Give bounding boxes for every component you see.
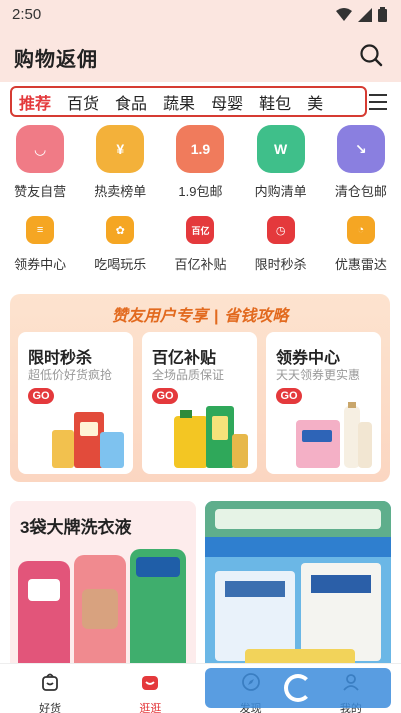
subsidy-icon: 百亿 — [186, 216, 215, 244]
grid-item-flash-sale[interactable]: ◷ 限时秒杀 — [241, 216, 321, 273]
clearance-icon: ↘ — [336, 125, 385, 173]
promo-title-left: 赞友用户专享 — [111, 308, 208, 325]
nav-good-stuff[interactable]: 好货 — [0, 664, 100, 713]
signal-icon — [358, 7, 372, 22]
grid-item-hot-list[interactable]: ¥ 热卖榜单 — [80, 125, 160, 200]
watermark-c-icon — [284, 674, 312, 702]
tab-shoes-bags[interactable]: 鞋包 — [252, 90, 300, 114]
promo-card-subsidy[interactable]: 百亿补贴 全场品质保证 GO — [142, 332, 257, 474]
tab-general-goods[interactable]: 百货 — [60, 90, 108, 114]
timer-icon: ◷ — [266, 216, 295, 244]
watermark-logo — [205, 668, 391, 708]
battery-icon — [378, 7, 387, 22]
grid-item-free-shipping[interactable]: 1.9 1.9包邮 — [160, 125, 240, 200]
grid-item-coupons[interactable]: ≡ 领券中心 — [0, 216, 80, 273]
grid-item-label: 领券中心 — [14, 257, 67, 272]
laundry-product-image — [18, 549, 186, 673]
feature-grid-secondary: ≡ 领券中心 ✿ 吃喝玩乐 百亿 百亿补贴 ◷ 限时秒杀 ◔ 优惠雷达 — [0, 216, 401, 273]
wifi-icon — [336, 7, 352, 21]
promo-title-separator: | — [213, 308, 219, 325]
nav-label: 逛逛 — [139, 703, 162, 713]
tissue-product-image — [296, 402, 372, 468]
feature-grid-primary: ◡ 赞友自营 ¥ 热卖榜单 1.9 1.9包邮 W 内购清单 ↘ 清仓包邮 — [0, 125, 401, 200]
category-tabs-row: 推荐 百货 食品 蔬果 母婴 鞋包 美 — [0, 82, 401, 120]
promo-section: 赞友用户专享 | 省钱攻略 限时秒杀 超低价好货疯抢 GO 百亿补贴 全场品质保证 … — [10, 294, 390, 482]
grid-item-label: 限时秒杀 — [254, 257, 307, 272]
app-header: 购物返佣 — [0, 30, 401, 82]
coin-icon: ¥ — [96, 125, 145, 173]
tab-beauty[interactable]: 美 — [300, 90, 332, 114]
grid-item-label: 吃喝玩乐 — [94, 257, 147, 272]
promo-title: 赞友用户专享 | 省钱攻略 — [10, 302, 390, 326]
app-title: 购物返佣 — [14, 49, 98, 71]
grid-item-subsidy[interactable]: 百亿 百亿补贴 — [160, 216, 240, 273]
grid-item-entertainment[interactable]: ✿ 吃喝玩乐 — [80, 216, 160, 273]
promo-card-subtitle: 全场品质保证 — [152, 368, 225, 382]
promo-card-title: 领券中心 — [276, 350, 341, 367]
status-time: 2:50 — [12, 6, 42, 23]
grid-item-label: 清仓包邮 — [334, 184, 387, 199]
banner-tmall-milk[interactable] — [205, 501, 391, 673]
promo-card-subtitle: 超低价好货疯抢 — [28, 368, 113, 382]
radar-icon: ◔ — [346, 216, 375, 244]
grid-item-radar[interactable]: ◔ 优惠雷达 — [321, 216, 401, 273]
nav-label: 好货 — [39, 703, 62, 713]
grid-item-label: 百亿补贴 — [174, 257, 227, 272]
snack-product-image — [52, 412, 124, 468]
grid-item-label: 热卖榜单 — [94, 184, 147, 199]
stroll-icon — [142, 676, 159, 690]
promo-card-title: 百亿补贴 — [152, 350, 217, 367]
banner-title: 3袋大牌洗衣液 — [20, 518, 132, 537]
price-tag-icon: 1.9 — [176, 125, 225, 173]
grid-item-label: 赞友自营 — [14, 184, 67, 199]
grid-item-inner-list[interactable]: W 内购清单 — [241, 125, 321, 200]
bag-icon: ◡ — [16, 125, 65, 173]
menu-icon[interactable] — [369, 94, 387, 115]
status-bar: 2:50 — [0, 0, 401, 30]
category-tabs: 推荐 百货 食品 蔬果 母婴 鞋包 美 — [10, 86, 367, 117]
promo-card-flash-sale[interactable]: 限时秒杀 超低价好货疯抢 GO — [18, 332, 133, 474]
grid-item-label: 1.9包邮 — [178, 184, 223, 199]
tab-food[interactable]: 食品 — [108, 90, 156, 114]
tab-produce[interactable]: 蔬果 — [156, 90, 204, 114]
promo-card-coupons[interactable]: 领券中心 天天领券更实惠 GO — [266, 332, 381, 474]
film-icon: ✿ — [106, 216, 135, 244]
main-content: ◡ 赞友自营 ¥ 热卖榜单 1.9 1.9包邮 W 内购清单 ↘ 清仓包邮 ≡ … — [0, 120, 401, 673]
tab-baby[interactable]: 母婴 — [204, 90, 252, 114]
tab-recommend[interactable]: 推荐 — [12, 90, 60, 114]
coupon-icon: ≡ — [26, 216, 55, 244]
promo-title-right: 省钱攻略 — [224, 308, 289, 325]
search-icon[interactable] — [359, 43, 383, 67]
banner-laundry[interactable]: 3袋大牌洗衣液 — [10, 501, 196, 673]
milk-product-image — [205, 501, 391, 669]
cart-icon — [42, 673, 59, 691]
promo-card-title: 限时秒杀 — [28, 350, 93, 367]
grid-item-clearance[interactable]: ↘ 清仓包邮 — [321, 125, 401, 200]
status-icons — [336, 7, 387, 22]
list-icon: W — [256, 125, 305, 173]
grid-item-label: 优惠雷达 — [334, 257, 387, 272]
promo-card-subtitle: 天天领券更实惠 — [276, 368, 361, 382]
grid-item-label: 内购清单 — [254, 184, 307, 199]
nav-stroll[interactable]: 逛逛 — [100, 664, 200, 713]
grid-item-self-run[interactable]: ◡ 赞友自营 — [0, 125, 80, 200]
oil-product-image — [174, 406, 248, 468]
